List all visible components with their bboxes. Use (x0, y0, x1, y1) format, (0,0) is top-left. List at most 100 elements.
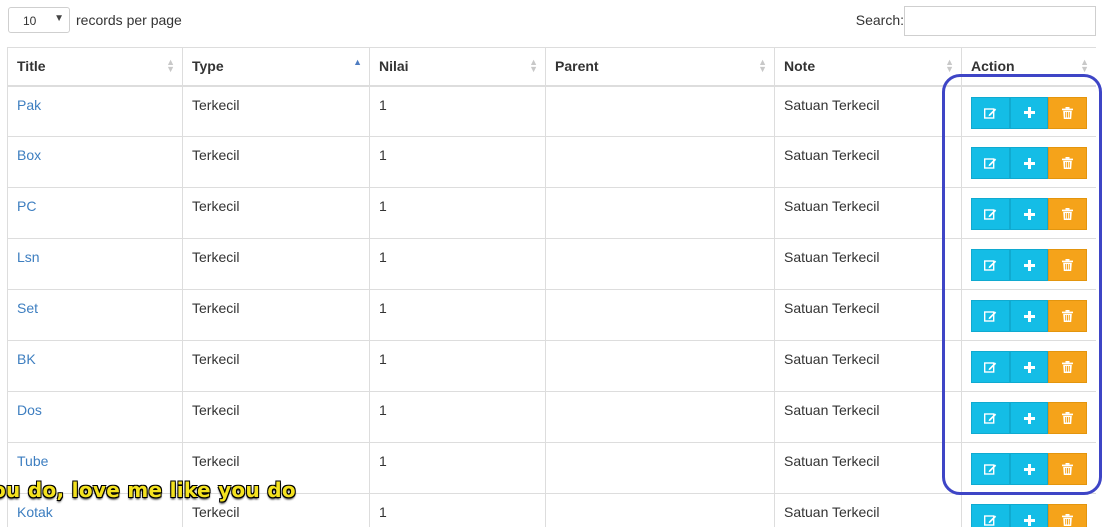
table-header-row: Title ▲▼ Type ▲ Nilai ▲▼ Parent ▲▼ Note (8, 48, 1097, 86)
cell-parent (546, 137, 775, 188)
title-link[interactable]: Pak (17, 97, 41, 113)
cell-nilai: 1 (370, 392, 546, 443)
edit-icon (984, 412, 997, 424)
title-link[interactable]: Lsn (17, 249, 40, 265)
title-link[interactable]: BK (17, 351, 36, 367)
cell-title: Box (8, 137, 183, 188)
table-row: Dos Terkecil 1 Satuan Terkecil (8, 392, 1097, 443)
sort-icon: ▲▼ (758, 59, 767, 73)
title-link[interactable]: Dos (17, 402, 42, 418)
cell-parent (546, 86, 775, 137)
action-button-group (971, 351, 1087, 383)
action-button-group (971, 249, 1087, 281)
cell-parent (546, 188, 775, 239)
trash-icon (1062, 259, 1073, 271)
title-link[interactable]: Set (17, 300, 38, 316)
cell-title: PC (8, 188, 183, 239)
add-button[interactable] (1010, 249, 1049, 281)
table-row: Box Terkecil 1 Satuan Terkecil (8, 137, 1097, 188)
column-header-parent[interactable]: Parent ▲▼ (546, 48, 775, 86)
cell-action (962, 443, 1097, 494)
delete-button[interactable] (1048, 402, 1087, 434)
title-link[interactable]: PC (17, 198, 36, 214)
search-input[interactable] (904, 6, 1096, 36)
delete-button[interactable] (1048, 147, 1087, 179)
trash-icon (1062, 208, 1073, 220)
records-per-page-select[interactable]: 10 ▼ (8, 7, 70, 33)
cell-type: Terkecil (183, 341, 370, 392)
sort-icon: ▲▼ (945, 59, 954, 73)
delete-button[interactable] (1048, 504, 1087, 527)
column-header-nilai[interactable]: Nilai ▲▼ (370, 48, 546, 86)
column-header-title[interactable]: Title ▲▼ (8, 48, 183, 86)
cell-note: Satuan Terkecil (775, 494, 962, 527)
edit-button[interactable] (971, 300, 1010, 332)
title-link[interactable]: Box (17, 147, 41, 163)
title-link[interactable]: Tube (17, 453, 48, 469)
column-header-label: Type (192, 58, 224, 74)
edit-icon (984, 208, 997, 220)
action-button-group (971, 198, 1087, 230)
edit-button[interactable] (971, 453, 1010, 485)
edit-icon (984, 107, 997, 119)
plus-icon (1024, 260, 1035, 271)
plus-icon (1024, 464, 1035, 475)
cell-note: Satuan Terkecil (775, 341, 962, 392)
add-button[interactable] (1010, 504, 1049, 527)
delete-button[interactable] (1048, 351, 1087, 383)
add-button[interactable] (1010, 402, 1049, 434)
plus-icon (1024, 107, 1035, 118)
column-header-label: Parent (555, 58, 599, 74)
edit-button[interactable] (971, 402, 1010, 434)
cell-title: Dos (8, 392, 183, 443)
trash-icon (1062, 463, 1073, 475)
edit-button[interactable] (971, 504, 1010, 527)
column-header-type[interactable]: Type ▲ (183, 48, 370, 86)
edit-button[interactable] (971, 97, 1010, 129)
delete-button[interactable] (1048, 453, 1087, 485)
add-button[interactable] (1010, 147, 1049, 179)
edit-button[interactable] (971, 198, 1010, 230)
column-header-note[interactable]: Note ▲▼ (775, 48, 962, 86)
delete-button[interactable] (1048, 97, 1087, 129)
add-button[interactable] (1010, 97, 1049, 129)
video-subtitle: ou do, love me like you do (0, 478, 296, 502)
cell-nilai: 1 (370, 290, 546, 341)
sort-icon: ▲▼ (529, 59, 538, 73)
cell-parent (546, 443, 775, 494)
records-per-page-label: records per page (76, 12, 182, 28)
column-header-label: Note (784, 58, 815, 74)
table-row: PC Terkecil 1 Satuan Terkecil (8, 188, 1097, 239)
cell-action (962, 392, 1097, 443)
cell-nilai: 1 (370, 137, 546, 188)
cell-note: Satuan Terkecil (775, 392, 962, 443)
trash-icon (1062, 514, 1073, 526)
action-button-group (971, 97, 1087, 129)
sort-icon: ▲▼ (166, 59, 175, 73)
edit-button[interactable] (971, 249, 1010, 281)
trash-icon (1062, 157, 1073, 169)
cell-type: Terkecil (183, 188, 370, 239)
plus-icon (1024, 515, 1035, 526)
cell-nilai: 1 (370, 188, 546, 239)
add-button[interactable] (1010, 300, 1049, 332)
add-button[interactable] (1010, 198, 1049, 230)
column-header-action[interactable]: Action ▲▼ (962, 48, 1097, 86)
cell-note: Satuan Terkecil (775, 86, 962, 137)
add-button[interactable] (1010, 351, 1049, 383)
edit-button[interactable] (971, 351, 1010, 383)
cell-parent (546, 494, 775, 527)
delete-button[interactable] (1048, 198, 1087, 230)
cell-action (962, 290, 1097, 341)
cell-type: Terkecil (183, 86, 370, 137)
title-link[interactable]: Kotak (17, 504, 53, 520)
delete-button[interactable] (1048, 249, 1087, 281)
edit-icon (984, 514, 997, 526)
edit-icon (984, 361, 997, 373)
data-table-wrapper: Title ▲▼ Type ▲ Nilai ▲▼ Parent ▲▼ Note (7, 47, 1096, 527)
edit-button[interactable] (971, 147, 1010, 179)
cell-title: BK (8, 341, 183, 392)
add-button[interactable] (1010, 453, 1049, 485)
delete-button[interactable] (1048, 300, 1087, 332)
table-controls: 10 ▼ records per page Search: (8, 6, 1096, 36)
